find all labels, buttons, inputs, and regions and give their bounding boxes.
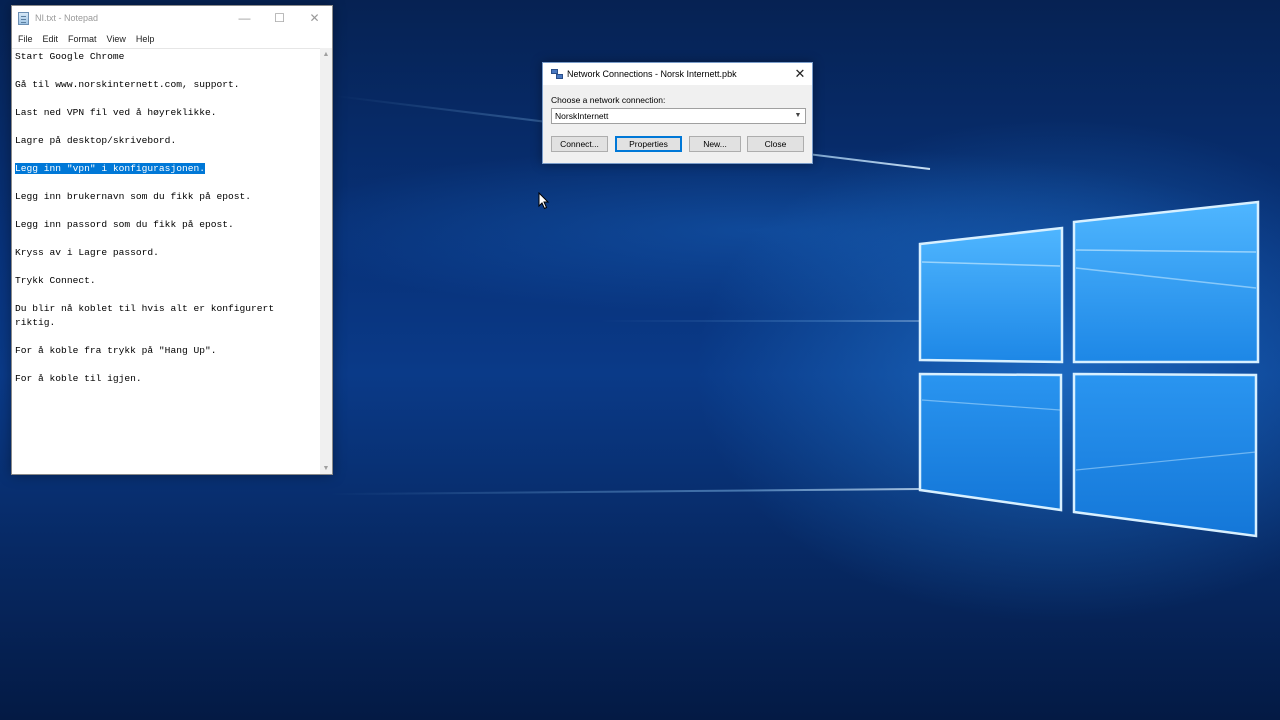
- logo-pane-bottom-left: [918, 372, 1063, 512]
- menu-file[interactable]: File: [18, 34, 33, 44]
- text-line: Legg inn "vpn" i konfigurasjonen.: [15, 162, 317, 176]
- notepad-menubar: File Edit Format View Help: [12, 30, 332, 48]
- notepad-text-area[interactable]: Start Google Chrome Gå til www.norskinter…: [12, 48, 320, 474]
- scroll-up-icon[interactable]: ▲: [320, 48, 332, 60]
- notepad-window[interactable]: NI.txt - Notepad — ☐ ✕ File Edit Format …: [11, 5, 333, 475]
- text-line: Start Google Chrome: [15, 50, 317, 64]
- notepad-icon: [18, 11, 29, 25]
- text-line: [15, 330, 317, 344]
- text-line: Last ned VPN fil ved å høyreklikke.: [15, 106, 317, 120]
- text-line: [15, 232, 317, 246]
- text-line: Lagre på desktop/skrivebord.: [15, 134, 317, 148]
- connect-button[interactable]: Connect...: [551, 136, 608, 152]
- dialog-titlebar[interactable]: Network Connections - Norsk Internett.pb…: [543, 63, 812, 85]
- network-connections-dialog[interactable]: Network Connections - Norsk Internett.pb…: [542, 62, 813, 164]
- menu-edit[interactable]: Edit: [43, 34, 59, 44]
- text-line-content: Trykk Connect.: [15, 275, 96, 286]
- dialog-title: Network Connections - Norsk Internett.pb…: [567, 69, 737, 79]
- text-line: [15, 358, 317, 372]
- text-line-content: Lagre på desktop/skrivebord.: [15, 135, 177, 146]
- text-line: [15, 204, 317, 218]
- text-line-content: Legg inn passord som du fikk på epost.: [15, 219, 234, 230]
- text-line: [15, 148, 317, 162]
- chevron-down-icon[interactable]: ▼: [793, 109, 803, 123]
- text-line: For å koble fra trykk på "Hang Up".: [15, 344, 317, 358]
- text-line: Legg inn passord som du fikk på epost.: [15, 218, 317, 232]
- vertical-scrollbar[interactable]: ▲ ▼: [320, 48, 332, 474]
- text-line: [15, 260, 317, 274]
- mouse-cursor-icon: [538, 192, 550, 210]
- logo-pane-top-right: [1072, 200, 1260, 364]
- text-line: [15, 176, 317, 190]
- text-line-content: Last ned VPN fil ved å høyreklikke.: [15, 107, 217, 118]
- menu-view[interactable]: View: [107, 34, 126, 44]
- close-button[interactable]: ✕: [297, 6, 332, 30]
- text-line-content: Gå til www.norskinternett.com, support.: [15, 79, 240, 90]
- maximize-button[interactable]: ☐: [262, 6, 297, 30]
- text-line: Kryss av i Lagre passord.: [15, 246, 317, 260]
- new-button[interactable]: New...: [689, 136, 741, 152]
- text-line: Gå til www.norskinternett.com, support.: [15, 78, 317, 92]
- text-line: Du blir nå koblet til hvis alt er konfig…: [15, 302, 317, 316]
- text-line-content: For å koble til igjen.: [15, 373, 142, 384]
- notepad-title: NI.txt - Notepad: [35, 13, 99, 23]
- properties-button[interactable]: Properties: [615, 136, 682, 152]
- text-line-content: For å koble fra trykk på "Hang Up".: [15, 345, 217, 356]
- dialog-close-icon[interactable]: ✕: [788, 63, 812, 85]
- text-line-content: Legg inn "vpn" i konfigurasjonen.: [15, 163, 205, 174]
- notepad-titlebar[interactable]: NI.txt - Notepad — ☐ ✕: [12, 6, 332, 30]
- text-line: riktig.: [15, 316, 317, 330]
- scroll-down-icon[interactable]: ▼: [320, 462, 332, 474]
- text-line: Trykk Connect.: [15, 274, 317, 288]
- desktop-background: NI.txt - Notepad — ☐ ✕ File Edit Format …: [0, 0, 1280, 720]
- text-line-content: riktig.: [15, 317, 56, 328]
- text-line: For å koble til igjen.: [15, 372, 317, 386]
- minimize-button[interactable]: —: [227, 6, 262, 30]
- text-line: [15, 92, 317, 106]
- close-button[interactable]: Close: [747, 136, 804, 152]
- text-line: [15, 288, 317, 302]
- text-line-content: Du blir nå koblet til hvis alt er konfig…: [15, 303, 275, 314]
- choose-connection-label: Choose a network connection:: [551, 95, 666, 105]
- text-line-content: Start Google Chrome: [15, 51, 125, 62]
- menu-format[interactable]: Format: [68, 34, 97, 44]
- logo-pane-top-left: [918, 226, 1064, 364]
- network-icon: [551, 68, 563, 80]
- menu-help[interactable]: Help: [136, 34, 155, 44]
- connection-select-value: NorskInternett: [555, 111, 609, 121]
- connection-select[interactable]: NorskInternett ▼: [551, 108, 806, 124]
- text-line: Legg inn brukernavn som du fikk på epost…: [15, 190, 317, 204]
- text-line: [15, 64, 317, 78]
- text-line-content: Legg inn brukernavn som du fikk på epost…: [15, 191, 252, 202]
- text-line: [15, 120, 317, 134]
- text-line-content: Kryss av i Lagre passord.: [15, 247, 159, 258]
